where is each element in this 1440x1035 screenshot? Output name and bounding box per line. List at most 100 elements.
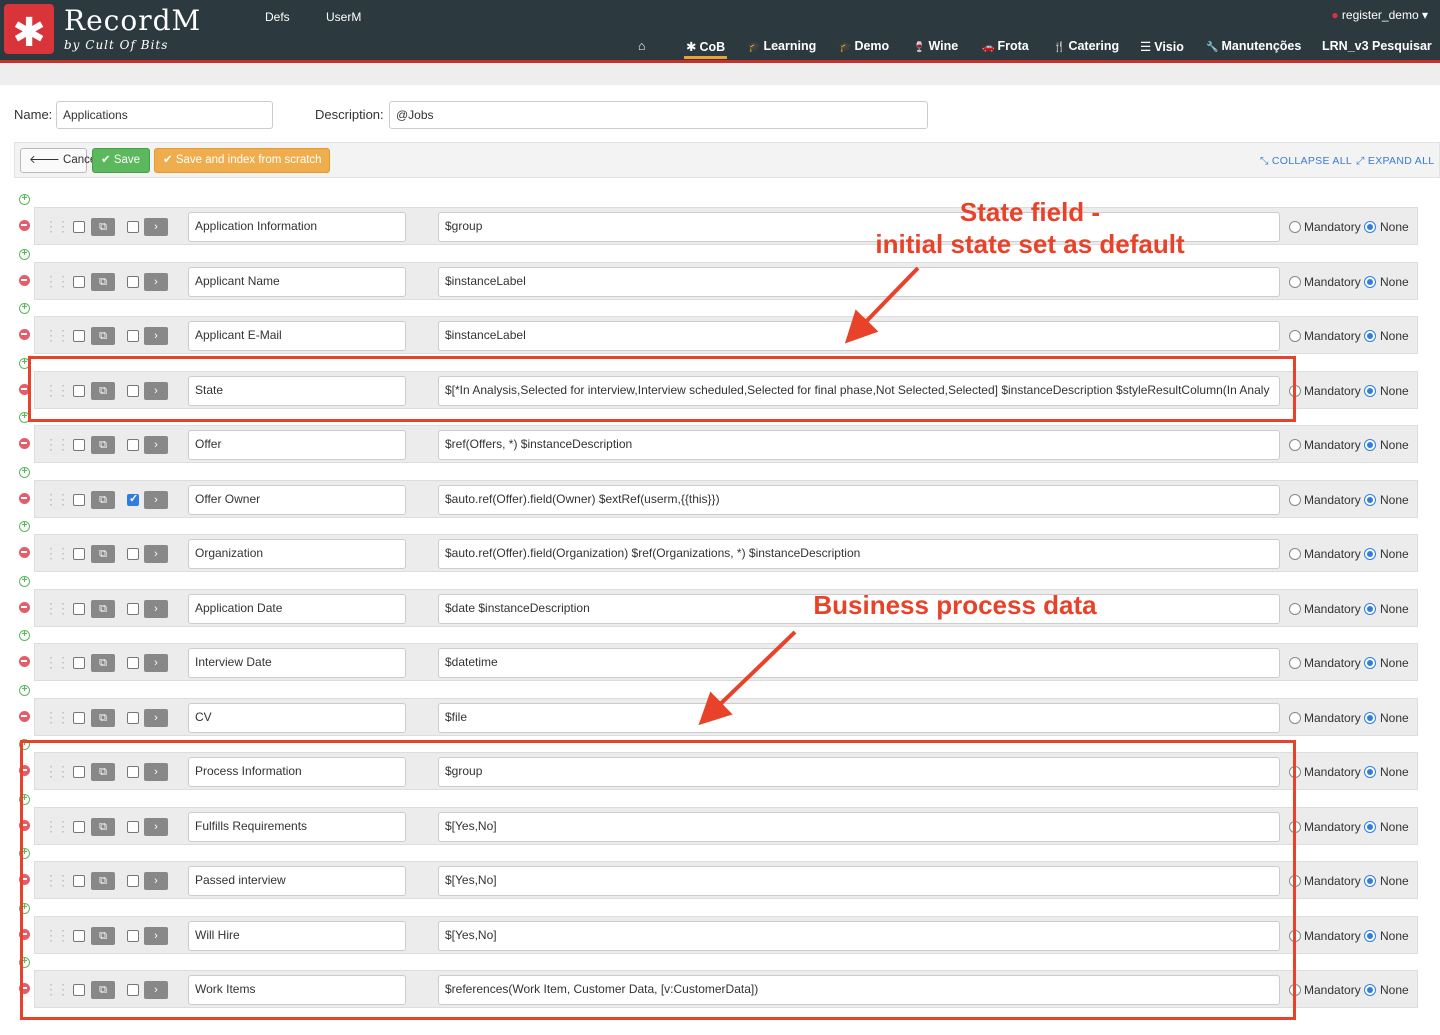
select-checkbox[interactable] <box>73 221 85 233</box>
field-name-input[interactable]: Offer <box>188 430 406 460</box>
duplicate-icon[interactable]: ⧉ <box>91 218 115 236</box>
mandatory-radio[interactable] <box>1289 712 1301 724</box>
remove-field-icon[interactable] <box>19 656 30 667</box>
recordm-logo-icon[interactable]: ✱ <box>4 4 54 56</box>
nav-wine[interactable]: 🍷 Wine <box>913 39 958 53</box>
chevron-right-icon[interactable]: › <box>144 654 168 672</box>
visible-checkbox[interactable] <box>127 603 139 615</box>
mandatory-radio[interactable] <box>1289 494 1301 506</box>
duplicate-icon[interactable]: ⧉ <box>91 654 115 672</box>
none-radio[interactable] <box>1364 385 1376 397</box>
field-name-input[interactable]: Organization <box>188 539 406 569</box>
visible-checkbox[interactable] <box>127 492 139 506</box>
duplicate-icon[interactable]: ⧉ <box>91 600 115 618</box>
drag-handle-icon[interactable]: ⋮⋮ <box>44 217 70 235</box>
chevron-right-icon[interactable]: › <box>144 545 168 563</box>
nav-frota[interactable]: 🚗 Frota <box>982 39 1029 53</box>
visible-checkbox[interactable] <box>127 330 139 342</box>
add-field-icon[interactable]: + <box>19 576 30 587</box>
drag-handle-icon[interactable]: ⋮⋮ <box>44 326 70 344</box>
field-name-input[interactable]: Interview Date <box>188 648 406 678</box>
select-checkbox[interactable] <box>73 657 85 669</box>
drag-handle-icon[interactable]: ⋮⋮ <box>44 653 70 671</box>
chevron-right-icon[interactable]: › <box>144 491 168 509</box>
visible-checkbox[interactable] <box>127 276 139 288</box>
add-field-icon[interactable]: + <box>19 685 30 696</box>
field-description-input[interactable]: $file <box>438 703 1280 733</box>
drag-handle-icon[interactable]: ⋮⋮ <box>44 599 70 617</box>
select-checkbox[interactable] <box>73 439 85 451</box>
field-description-input[interactable]: $ref(Offers, *) $instanceDescription <box>438 430 1280 460</box>
mandatory-radio[interactable] <box>1289 548 1301 560</box>
collapse-all-link[interactable]: ⤡ COLLAPSE ALL <box>1260 155 1352 168</box>
field-name-input[interactable]: Offer Owner <box>188 485 406 515</box>
remove-field-icon[interactable] <box>19 220 30 231</box>
duplicate-icon[interactable]: ⧉ <box>91 545 115 563</box>
none-radio[interactable] <box>1364 603 1376 615</box>
select-checkbox[interactable] <box>73 330 85 342</box>
save-and-index-button[interactable]: ✔ Save and index from scratch <box>154 148 330 173</box>
none-radio[interactable] <box>1364 930 1376 942</box>
duplicate-icon[interactable]: ⧉ <box>91 491 115 509</box>
chevron-right-icon[interactable]: › <box>144 436 168 454</box>
user-menu[interactable]: ● register_demo ▾ <box>1331 8 1428 22</box>
mandatory-radio[interactable] <box>1289 657 1301 669</box>
nav-home[interactable]: ⌂ <box>638 39 649 53</box>
none-radio[interactable] <box>1364 548 1376 560</box>
remove-field-icon[interactable] <box>19 711 30 722</box>
mandatory-radio[interactable] <box>1289 276 1301 288</box>
nav-visio[interactable]: ☰ Visio <box>1140 39 1184 54</box>
add-field-icon[interactable]: + <box>19 521 30 532</box>
nav-lrn-pesquisar[interactable]: LRN_v3 Pesquisar <box>1322 39 1432 53</box>
duplicate-icon[interactable]: ⧉ <box>91 436 115 454</box>
drag-handle-icon[interactable]: ⋮⋮ <box>44 708 70 726</box>
drag-handle-icon[interactable]: ⋮⋮ <box>44 490 70 508</box>
nav-demo[interactable]: 🎓 Demo <box>839 39 889 53</box>
none-radio[interactable] <box>1364 875 1376 887</box>
select-checkbox[interactable] <box>73 603 85 615</box>
add-field-icon[interactable]: + <box>19 194 30 205</box>
remove-field-icon[interactable] <box>19 602 30 613</box>
field-name-input[interactable]: Application Information <box>188 212 406 242</box>
none-radio[interactable] <box>1364 766 1376 778</box>
none-radio[interactable] <box>1364 221 1376 233</box>
chevron-right-icon[interactable]: › <box>144 327 168 345</box>
none-radio[interactable] <box>1364 439 1376 451</box>
none-radio[interactable] <box>1364 712 1376 724</box>
save-button[interactable]: ✔ Save <box>92 148 150 173</box>
none-radio[interactable] <box>1364 276 1376 288</box>
add-field-icon[interactable]: + <box>19 467 30 478</box>
field-name-input[interactable]: Applicant E-Mail <box>188 321 406 351</box>
field-name-input[interactable]: CV <box>188 703 406 733</box>
visible-checkbox[interactable] <box>127 712 139 724</box>
nav-cob[interactable]: ✱ CoB <box>683 39 728 59</box>
drag-handle-icon[interactable]: ⋮⋮ <box>44 272 70 290</box>
duplicate-icon[interactable]: ⧉ <box>91 273 115 291</box>
nav-learning[interactable]: 🎓 Learning <box>748 39 816 53</box>
none-radio[interactable] <box>1364 494 1376 506</box>
select-checkbox[interactable] <box>73 712 85 724</box>
remove-field-icon[interactable] <box>19 275 30 286</box>
none-radio[interactable] <box>1364 821 1376 833</box>
duplicate-icon[interactable]: ⧉ <box>91 327 115 345</box>
visible-checkbox[interactable] <box>127 221 139 233</box>
remove-field-icon[interactable] <box>19 493 30 504</box>
field-name-input[interactable]: Applicant Name <box>188 267 406 297</box>
chevron-right-icon[interactable]: › <box>144 218 168 236</box>
nav-catering[interactable]: 🍴 Catering <box>1053 39 1119 53</box>
add-field-icon[interactable]: + <box>19 630 30 641</box>
menu-defs[interactable]: Defs <box>265 10 290 24</box>
chevron-right-icon[interactable]: › <box>144 600 168 618</box>
app-title[interactable]: RecordM <box>64 4 201 37</box>
chevron-right-icon[interactable]: › <box>144 273 168 291</box>
chevron-right-icon[interactable]: › <box>144 709 168 727</box>
drag-handle-icon[interactable]: ⋮⋮ <box>44 435 70 453</box>
nav-manutencoes[interactable]: 🔧 Manutenções <box>1206 39 1301 53</box>
remove-field-icon[interactable] <box>19 438 30 449</box>
mandatory-radio[interactable] <box>1289 603 1301 615</box>
add-field-icon[interactable]: + <box>19 249 30 260</box>
field-description-input[interactable]: $auto.ref(Offer).field(Owner) $extRef(us… <box>438 485 1280 515</box>
name-input[interactable]: Applications <box>56 101 273 129</box>
none-radio[interactable] <box>1364 984 1376 996</box>
select-checkbox[interactable] <box>73 276 85 288</box>
